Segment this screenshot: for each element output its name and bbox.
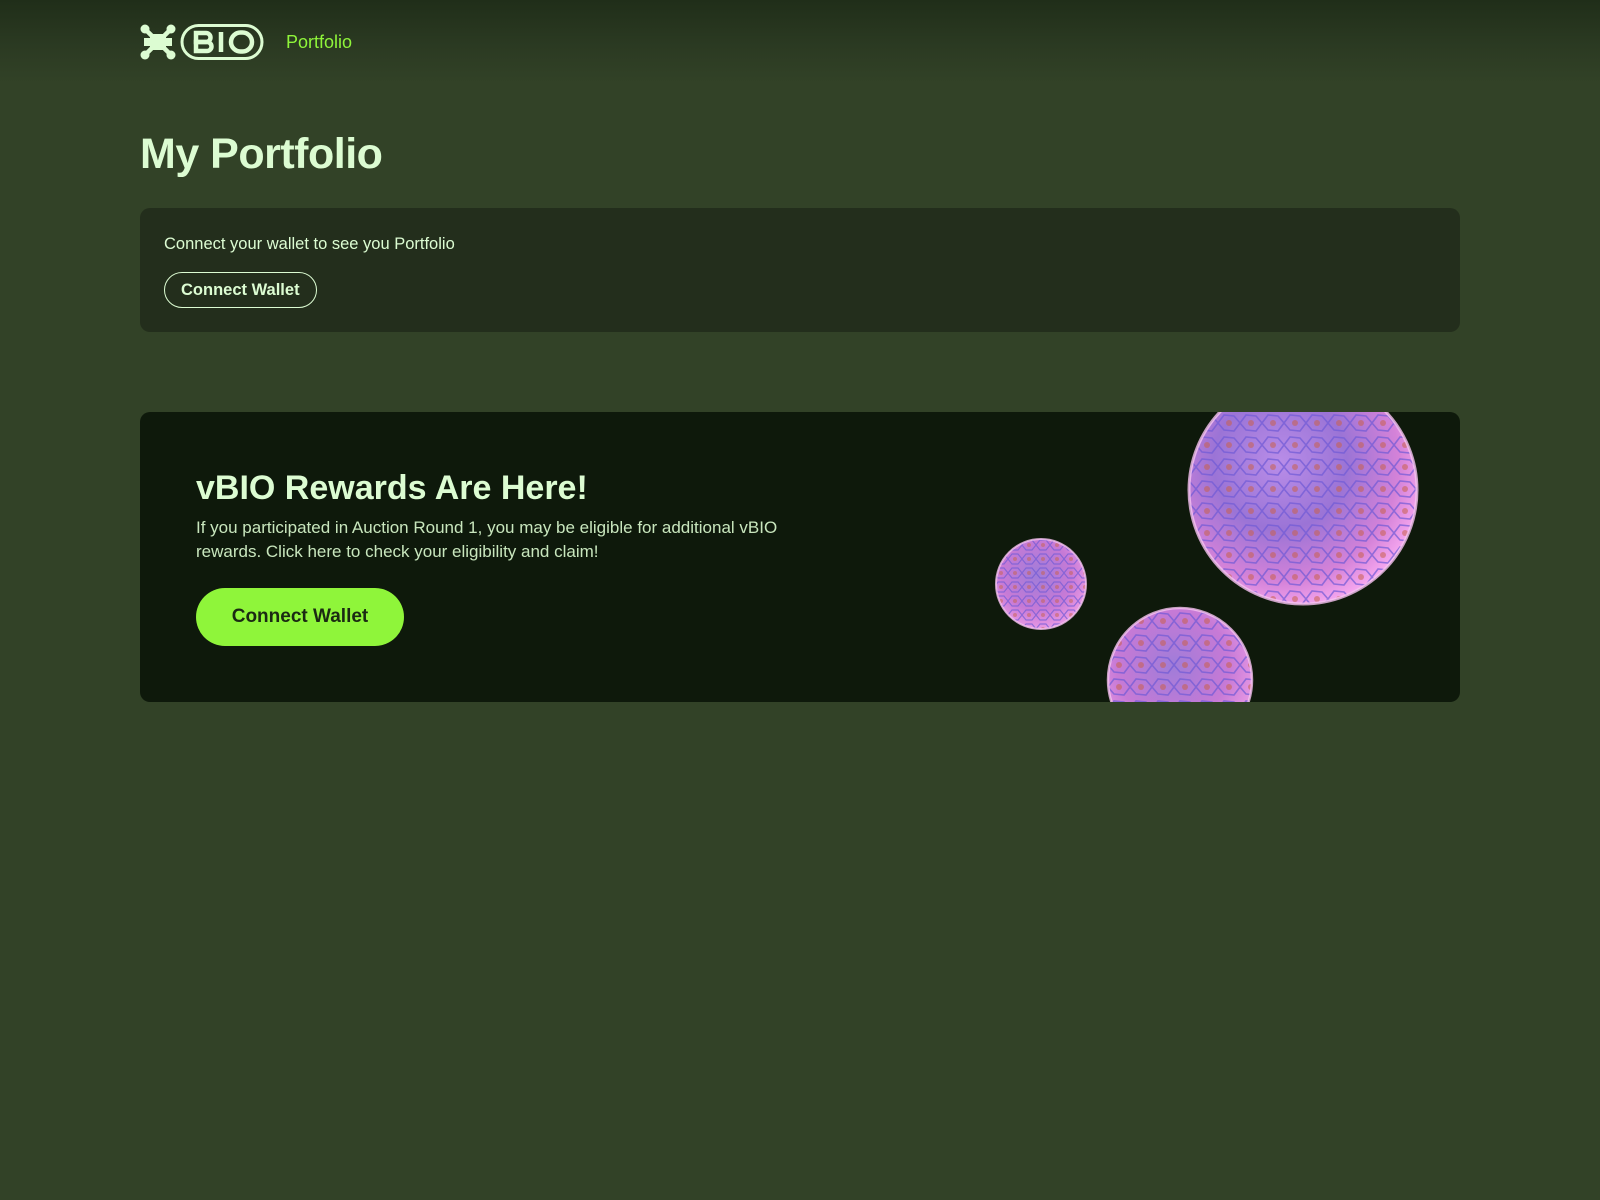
bio-logo[interactable]: BIO xyxy=(140,24,264,60)
rewards-description: If you participated in Auction Round 1, … xyxy=(196,518,778,561)
small-cell-sphere xyxy=(995,538,1087,630)
bottom-cell-sphere xyxy=(1106,606,1254,702)
rewards-headline: vBIO Rewards Are Here! xyxy=(196,469,588,507)
rewards-connect-wallet-button[interactable]: Connect Wallet xyxy=(196,588,404,646)
top-navigation-bar: BIO Portfolio xyxy=(0,0,1600,84)
molecule-icon xyxy=(140,24,264,60)
rewards-banner[interactable]: vBIO Rewards Are Here! If you participat… xyxy=(140,412,1460,702)
page-title: My Portfolio xyxy=(140,130,383,178)
connect-wallet-card: Connect your wallet to see you Portfolio… xyxy=(140,208,1460,332)
wallet-message: Connect your wallet to see you Portfolio xyxy=(164,235,455,253)
large-cell-sphere xyxy=(1187,412,1419,606)
connect-wallet-button[interactable]: Connect Wallet xyxy=(164,272,317,308)
nav-link-portfolio[interactable]: Portfolio xyxy=(286,32,352,52)
